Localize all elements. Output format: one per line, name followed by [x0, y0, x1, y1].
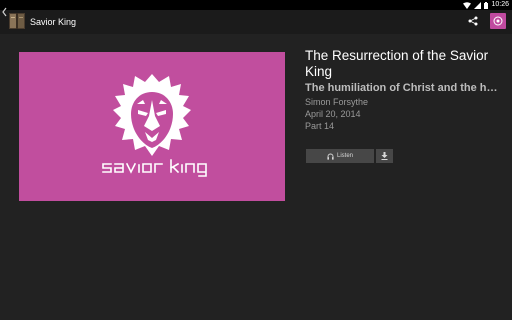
- share-icon: [468, 16, 478, 26]
- listen-button[interactable]: Listen: [306, 149, 374, 163]
- episode-date: April 20, 2014: [305, 109, 361, 119]
- status-bar: 10:26: [0, 0, 512, 10]
- app-icon[interactable]: [9, 13, 25, 29]
- download-icon: [381, 152, 388, 160]
- wifi-icon: [463, 1, 472, 9]
- listen-label: Listen: [336, 153, 353, 159]
- signal-icon: [474, 1, 482, 9]
- episode-title: The Resurrection of the Savior King: [305, 48, 489, 79]
- download-button[interactable]: [376, 149, 393, 163]
- share-button[interactable]: [466, 14, 480, 28]
- hero-logo-text: [102, 159, 207, 177]
- app-title: Savior King: [30, 17, 77, 27]
- back-chevron-icon[interactable]: [1, 6, 8, 18]
- action-bar: [0, 10, 512, 34]
- status-icons: 10:26: [463, 0, 509, 10]
- menu-icon: [493, 16, 503, 26]
- episode-subtitle: The humiliation of Christ and the horror…: [305, 82, 501, 94]
- status-time: 10:26: [491, 1, 509, 8]
- episode-author: Simon Forsythe: [305, 97, 369, 107]
- menu-button[interactable]: [490, 13, 506, 29]
- headphones-icon: [327, 153, 334, 160]
- episode-part: Part 14: [305, 121, 335, 131]
- battery-icon: [484, 1, 489, 9]
- hero-image: [19, 52, 285, 201]
